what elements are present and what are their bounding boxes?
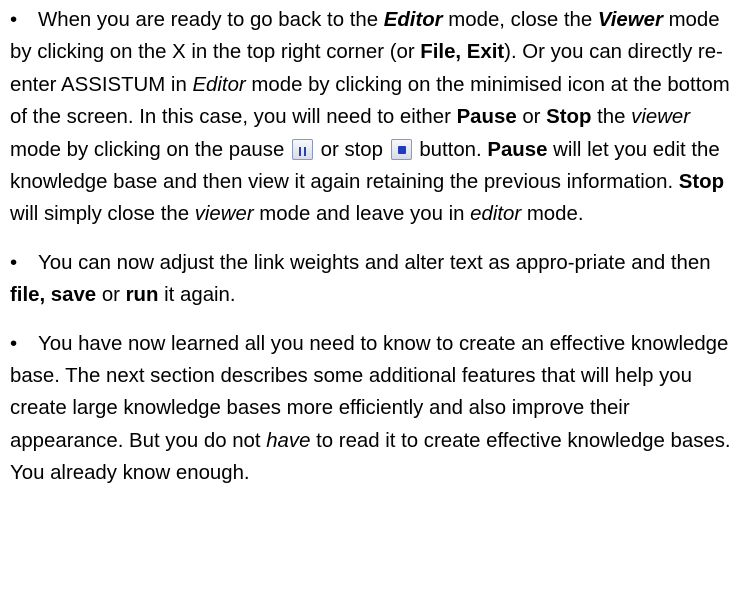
- paragraph-adjust-weights: • You can now adjust the link weights and…: [10, 247, 735, 312]
- document-page: • When you are ready to go back to the Ed…: [0, 0, 745, 604]
- text: will simply close the: [10, 203, 195, 226]
- emphasis-have: have: [266, 429, 311, 452]
- paragraph-return-to-editor: • When you are ready to go back to the Ed…: [10, 4, 735, 231]
- emphasis-viewer: Viewer: [597, 9, 663, 31]
- text: You can now adjust the link weights and …: [38, 251, 711, 274]
- bullet: •: [10, 9, 18, 31]
- emphasis-editor-2: Editor: [192, 73, 246, 96]
- paragraph-summary: • You have now learned all you need to kn…: [10, 328, 735, 490]
- emphasis-file-exit: File, Exit: [420, 41, 505, 64]
- emphasis-stop: Stop: [546, 106, 592, 129]
- emphasis-editor-3: editor: [470, 203, 522, 226]
- text: it again.: [158, 284, 236, 307]
- text: or: [96, 284, 126, 307]
- text: the: [591, 106, 632, 129]
- text: mode, close the: [442, 9, 598, 31]
- emphasis-stop-2: Stop: [678, 171, 725, 194]
- emphasis-editor: Editor: [383, 9, 443, 31]
- text: mode.: [521, 203, 584, 226]
- emphasis-viewer-2: viewer: [631, 106, 691, 129]
- stop-icon: [390, 138, 412, 160]
- emphasis-pause-2: Pause: [487, 138, 548, 161]
- emphasis-run: run: [125, 284, 159, 307]
- pause-icon: [291, 138, 313, 160]
- text: or stop: [314, 138, 389, 161]
- text: When you are ready to go back to the: [38, 9, 384, 31]
- text: or: [516, 106, 547, 129]
- emphasis-viewer-3: viewer: [194, 203, 254, 226]
- emphasis-file-save: file, save: [10, 284, 97, 307]
- bullet: •: [10, 251, 18, 274]
- text: mode and leave you in: [253, 203, 471, 226]
- text: mode by clicking on the pause: [10, 138, 290, 161]
- bullet: •: [10, 332, 18, 355]
- emphasis-pause: Pause: [456, 106, 517, 129]
- text: button.: [413, 138, 488, 161]
